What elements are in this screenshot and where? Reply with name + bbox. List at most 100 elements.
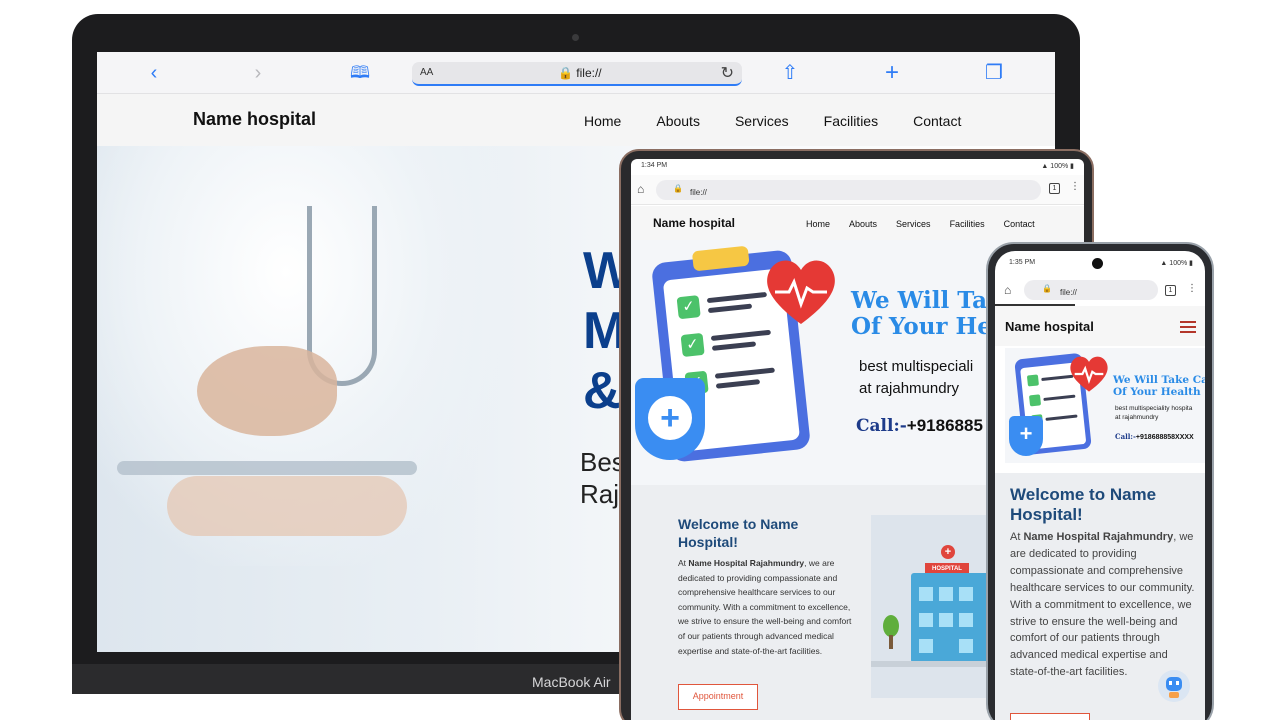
- tab-count-button[interactable]: 1: [1049, 183, 1060, 194]
- nav-facilities[interactable]: Facilities: [824, 113, 878, 129]
- tabs-overview-icon[interactable]: ❐: [981, 60, 1007, 86]
- check-icon: [1028, 394, 1042, 407]
- hero-phone[interactable]: Call:-+918688858XXXX: [1115, 432, 1194, 441]
- site-brand[interactable]: Name hospital: [653, 216, 735, 230]
- window: [959, 613, 973, 627]
- nav-abouts[interactable]: Abouts: [656, 113, 700, 129]
- overflow-menu-icon[interactable]: ⋮: [1187, 283, 1197, 294]
- text-line: [1045, 414, 1078, 421]
- hero-phone[interactable]: Call:-+9186885: [856, 416, 983, 436]
- nav-home[interactable]: Home: [584, 113, 621, 129]
- text-line: [711, 341, 757, 351]
- hamburger-menu-icon[interactable]: [1180, 321, 1196, 333]
- address-value: file://: [1060, 288, 1077, 297]
- site-brand[interactable]: Name hospital: [1005, 319, 1094, 334]
- address-bar[interactable]: 🔒 file://: [1024, 280, 1158, 300]
- intro-bold: Name Hospital Rajahmundry: [688, 558, 805, 568]
- welcome-heading: Welcome to Name Hospital!: [1010, 485, 1157, 524]
- check-icon: ✓: [676, 295, 701, 320]
- tablet-graphic: [117, 461, 417, 475]
- site-navbar: Name hospital Home Abouts Services Facil…: [97, 94, 1055, 146]
- nav-services[interactable]: Services: [896, 219, 931, 229]
- window: [919, 587, 933, 601]
- window: [939, 613, 953, 627]
- nav-home[interactable]: Home: [806, 219, 830, 229]
- mockup-stage: ‹ › 🕮 AA 🔒 file:// ↻ ⇧ + ❐ Name hospital…: [0, 0, 1280, 720]
- hands-graphic: [167, 476, 407, 536]
- window: [959, 587, 973, 601]
- browser-toolbar: ⌂ 🔒 file:// 1 ⋮: [631, 175, 1084, 222]
- robot-face: [1166, 677, 1182, 691]
- nav-services[interactable]: Services: [735, 113, 789, 129]
- address-text: 🔒 file://: [1042, 284, 1077, 297]
- nav-links: Home Abouts Services Facilities Contact: [806, 219, 1035, 229]
- window: [919, 639, 933, 653]
- browser-toolbar: ⌂ 🔒 file:// 1 ⋮: [995, 275, 1205, 305]
- heart-icon: [1070, 356, 1108, 392]
- address-bar[interactable]: AA 🔒 file:// ↻: [412, 62, 742, 86]
- safari-toolbar: ‹ › 🕮 AA 🔒 file:// ↻ ⇧ + ❐: [97, 52, 1055, 94]
- hospital-building: [911, 573, 997, 663]
- tab-count-button[interactable]: 1: [1165, 285, 1176, 296]
- hero-title: We Will Take Ca Of Your Health: [1113, 374, 1205, 398]
- intro-bold: Name Hospital Rajahmundry: [1023, 531, 1174, 543]
- window: [939, 587, 953, 601]
- intro-rest: , we are dedicated to providing compassi…: [678, 558, 852, 656]
- phone-screen: 1:35 PM ▲ 100% ▮ ⌂ 🔒 file:// 1 ⋮ Name ho…: [995, 251, 1205, 720]
- address-value: file://: [576, 66, 602, 80]
- tree-trunk: [889, 635, 893, 649]
- share-icon[interactable]: ⇧: [777, 60, 803, 86]
- reader-aa-button[interactable]: AA: [420, 67, 433, 78]
- battery-level: 100%: [1050, 163, 1069, 170]
- back-icon[interactable]: ‹: [141, 60, 167, 86]
- robot-body: [1169, 692, 1179, 698]
- hero-subtitle: best multispeciality hospita at rajahmun…: [1115, 405, 1193, 421]
- forward-icon[interactable]: ›: [245, 60, 271, 86]
- address-value: file://: [690, 188, 707, 197]
- site-brand[interactable]: Name hospital: [193, 109, 316, 130]
- check-icon: [1026, 374, 1039, 387]
- nav-contact[interactable]: Contact: [1004, 219, 1035, 229]
- plus-icon: +: [648, 396, 692, 440]
- hero-banner: + We Will Take Ca Of Your Health best mu…: [1005, 348, 1205, 463]
- clipboard-clip: [691, 245, 750, 272]
- welcome-text: At Name Hospital Rajahmundry, we are ded…: [1010, 529, 1195, 681]
- call-number: +918688858XXXX: [1135, 434, 1194, 441]
- new-tab-icon[interactable]: +: [879, 60, 905, 86]
- macbook-camera: [572, 34, 579, 41]
- phone-device: 1:35 PM ▲ 100% ▮ ⌂ 🔒 file:// 1 ⋮ Name ho…: [986, 242, 1214, 720]
- text-line: [706, 291, 768, 304]
- window: [959, 639, 973, 653]
- battery-level: 100%: [1169, 260, 1188, 267]
- appointment-button[interactable]: Appointment: [678, 684, 758, 710]
- window: [919, 613, 933, 627]
- chatbot-icon[interactable]: [1158, 670, 1190, 702]
- call-number: +9186885: [906, 416, 983, 435]
- red-cross-icon: +: [941, 545, 955, 559]
- shield-icon: +: [635, 378, 705, 460]
- heart-icon: [767, 260, 835, 324]
- bookmarks-icon[interactable]: 🕮: [347, 60, 373, 86]
- robot-eyes: [1169, 681, 1179, 685]
- status-time: 1:34 PM: [641, 162, 668, 169]
- status-time: 1:35 PM: [1009, 259, 1036, 266]
- appointment-button[interactable]: [1010, 713, 1090, 720]
- reload-icon[interactable]: ↻: [721, 63, 734, 83]
- nav-abouts[interactable]: Abouts: [849, 219, 877, 229]
- doctor-hand: [197, 346, 337, 436]
- nav-facilities[interactable]: Facilities: [950, 219, 985, 229]
- call-label: Call:-: [1115, 432, 1136, 441]
- tree-icon: [883, 615, 899, 637]
- status-bar: 1:34 PM ▲ 100% ▮: [641, 162, 1074, 174]
- address-bar[interactable]: 🔒 file://: [656, 180, 1041, 200]
- nav-contact[interactable]: Contact: [913, 113, 961, 129]
- battery-status: ▲ 100% ▮: [1041, 163, 1074, 170]
- overflow-menu-icon[interactable]: ⋮: [1070, 181, 1080, 192]
- nav-links: Home Abouts Services Facilities Contact: [584, 113, 961, 129]
- call-label: Call:-: [856, 416, 907, 436]
- shield-icon: +: [1009, 416, 1043, 456]
- text-line: [715, 379, 761, 389]
- home-icon[interactable]: ⌂: [1004, 283, 1011, 297]
- device-label: MacBook Air: [532, 674, 611, 690]
- home-icon[interactable]: ⌂: [637, 182, 644, 196]
